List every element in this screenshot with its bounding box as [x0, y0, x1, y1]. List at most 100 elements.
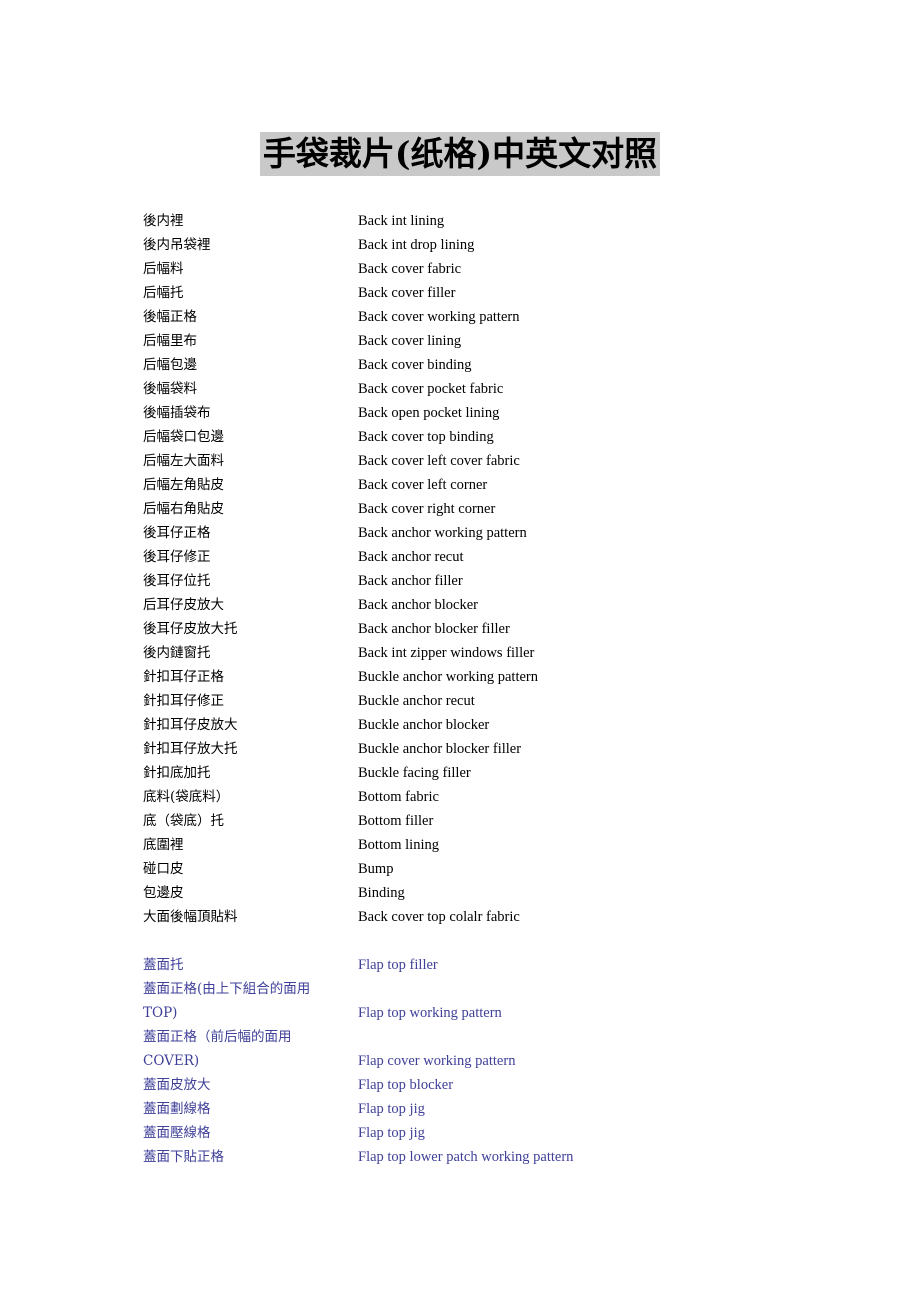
- term-chinese: 大面後幅頂貼料: [143, 909, 238, 925]
- term-english: Flap cover working pattern: [358, 1053, 516, 1069]
- term-chinese: 蓋面下貼正格: [143, 1149, 224, 1165]
- glossary-section-black: 後内裡 Back int lining 後内吊袋裡 Back int drop lin…: [143, 209, 843, 929]
- term-english: Back cover right corner: [358, 501, 496, 517]
- glossary-row: 蓋面皮放大 Flap top blocker: [143, 1073, 843, 1097]
- glossary-row: 後内吊袋裡 Back int drop lining: [143, 233, 843, 257]
- term-chinese: 蓋面劃線格: [143, 1101, 211, 1117]
- term-english: Back anchor recut: [358, 549, 464, 565]
- term-english: Back cover filler: [358, 285, 456, 301]
- glossary-row: 后幅左角貼皮 Back cover left corner: [143, 473, 843, 497]
- term-english: Buckle facing filler: [358, 765, 471, 781]
- term-chinese: 後内吊袋裡: [143, 237, 211, 253]
- term-chinese: 後幅袋料: [143, 381, 197, 397]
- term-chinese: 後耳仔位托: [143, 573, 211, 589]
- term-chinese: 蓋面皮放大: [143, 1077, 211, 1093]
- term-chinese: 針扣耳仔修正: [143, 693, 224, 709]
- term-chinese: 蓋面托: [143, 957, 184, 973]
- term-english: Bottom fabric: [358, 789, 439, 805]
- term-chinese: 后幅里布: [143, 333, 197, 349]
- term-english: Back cover working pattern: [358, 309, 520, 325]
- glossary-row: 后幅左大面料 Back cover left cover fabric: [143, 449, 843, 473]
- term-english: Flap top lower patch working pattern: [358, 1149, 574, 1165]
- term-english: Bump: [358, 861, 394, 877]
- term-chinese: COVER): [143, 1053, 200, 1069]
- term-chinese: 後幅正格: [143, 309, 197, 325]
- term-chinese: 包邊皮: [143, 885, 184, 901]
- term-english: Back cover fabric: [358, 261, 462, 277]
- glossary-row: 后耳仔皮放大 Back anchor blocker: [143, 593, 843, 617]
- term-chinese: 後内鏈窗托: [143, 645, 211, 661]
- glossary-row: 後幅插袋布 Back open pocket lining: [143, 401, 843, 425]
- glossary-row: 蓋面劃線格 Flap top jig: [143, 1097, 843, 1121]
- term-chinese: 針扣耳仔放大托: [143, 741, 238, 757]
- glossary-row: 後幅袋料 Back cover pocket fabric: [143, 377, 843, 401]
- glossary-row: 針扣耳仔放大托 Buckle anchor blocker filler: [143, 737, 843, 761]
- term-chinese: 蓋面正格（前后幅的面用: [143, 1029, 292, 1045]
- term-chinese: 後耳仔正格: [143, 525, 211, 541]
- term-chinese: 針扣底加托: [143, 765, 211, 781]
- term-english: Flap top working pattern: [358, 1005, 502, 1021]
- term-english: Bottom lining: [358, 837, 439, 853]
- term-chinese: 碰口皮: [143, 861, 184, 877]
- term-english: Flap top filler: [358, 957, 438, 973]
- document-page: 手袋裁片(纸格)中英文对照 後内裡 Back int lining 後内吊袋裡 Bac…: [0, 0, 920, 1302]
- term-chinese: 針扣耳仔皮放大: [143, 717, 238, 733]
- term-english: Back cover top colalr fabric: [358, 909, 520, 925]
- glossary-row: 碰口皮 Bump: [143, 857, 843, 881]
- glossary-row: 包邊皮 Binding: [143, 881, 843, 905]
- term-english: Back int lining: [358, 213, 445, 229]
- term-english: Back cover pocket fabric: [358, 381, 504, 397]
- term-chinese: TOP): [143, 1005, 178, 1021]
- glossary-row: 后幅料 Back cover fabric: [143, 257, 843, 281]
- term-chinese: 後内裡: [143, 213, 184, 229]
- glossary-row: 後内鏈窗托 Back int zipper windows filler: [143, 641, 843, 665]
- term-english: Back cover left corner: [358, 477, 488, 493]
- glossary-row: 後耳仔皮放大托 Back anchor blocker filler: [143, 617, 843, 641]
- term-english: Back int zipper windows filler: [358, 645, 535, 661]
- term-english: Flap top blocker: [358, 1077, 454, 1093]
- glossary-row: 后幅里布 Back cover lining: [143, 329, 843, 353]
- glossary-row: 後幅正格 Back cover working pattern: [143, 305, 843, 329]
- glossary-row: 後耳仔位托 Back anchor filler: [143, 569, 843, 593]
- term-english: Back anchor working pattern: [358, 525, 527, 541]
- glossary-row: 蓋面壓線格 Flap top jig: [143, 1121, 843, 1145]
- term-english: Back cover binding: [358, 357, 472, 373]
- term-english: Back open pocket lining: [358, 405, 500, 421]
- glossary-row: 針扣耳仔修正 Buckle anchor recut: [143, 689, 843, 713]
- term-english: Buckle anchor blocker: [358, 717, 490, 733]
- term-chinese: 后幅托: [143, 285, 184, 301]
- term-chinese: 針扣耳仔正格: [143, 669, 224, 685]
- term-chinese: 後幅插袋布: [143, 405, 211, 421]
- glossary-row: 針扣底加托 Buckle facing filler: [143, 761, 843, 785]
- term-chinese: 后耳仔皮放大: [143, 597, 224, 613]
- glossary-row: 針扣耳仔正格 Buckle anchor working pattern: [143, 665, 843, 689]
- term-english: Flap top jig: [358, 1101, 425, 1117]
- glossary-row: 蓋面正格(由上下組合的面用: [143, 977, 843, 1001]
- glossary-row: 后幅包邊 Back cover binding: [143, 353, 843, 377]
- term-english: Back anchor filler: [358, 573, 463, 589]
- glossary-row: 蓋面托 Flap top filler: [143, 953, 843, 977]
- glossary-row: 底料(袋底料） Bottom fabric: [143, 785, 843, 809]
- term-english: Bottom filler: [358, 813, 434, 829]
- term-chinese: 后幅左大面料: [143, 453, 224, 469]
- term-chinese: 后幅右角貼皮: [143, 501, 224, 517]
- term-english: Binding: [358, 885, 405, 901]
- glossary-table: 後内裡 Back int lining 後内吊袋裡 Back int drop lin…: [143, 209, 843, 1169]
- term-english: Buckle anchor recut: [358, 693, 475, 709]
- term-chinese: 底圍裡: [143, 837, 184, 853]
- term-chinese: 底（袋底）托: [143, 813, 224, 829]
- term-english: Back anchor blocker filler: [358, 621, 510, 637]
- glossary-row: 底（袋底）托 Bottom filler: [143, 809, 843, 833]
- term-english: Buckle anchor blocker filler: [358, 741, 522, 757]
- glossary-row: 蓋面正格（前后幅的面用: [143, 1025, 843, 1049]
- term-chinese: 底料(袋底料）: [143, 789, 230, 805]
- term-chinese: 后幅袋口包邊: [143, 429, 224, 445]
- glossary-row: 後耳仔正格 Back anchor working pattern: [143, 521, 843, 545]
- term-chinese: 後耳仔皮放大托: [143, 621, 238, 637]
- term-english: Buckle anchor working pattern: [358, 669, 538, 685]
- term-chinese: 后幅包邊: [143, 357, 197, 373]
- term-chinese: 後耳仔修正: [143, 549, 211, 565]
- glossary-row: 后幅托 Back cover filler: [143, 281, 843, 305]
- term-chinese: 后幅左角貼皮: [143, 477, 224, 493]
